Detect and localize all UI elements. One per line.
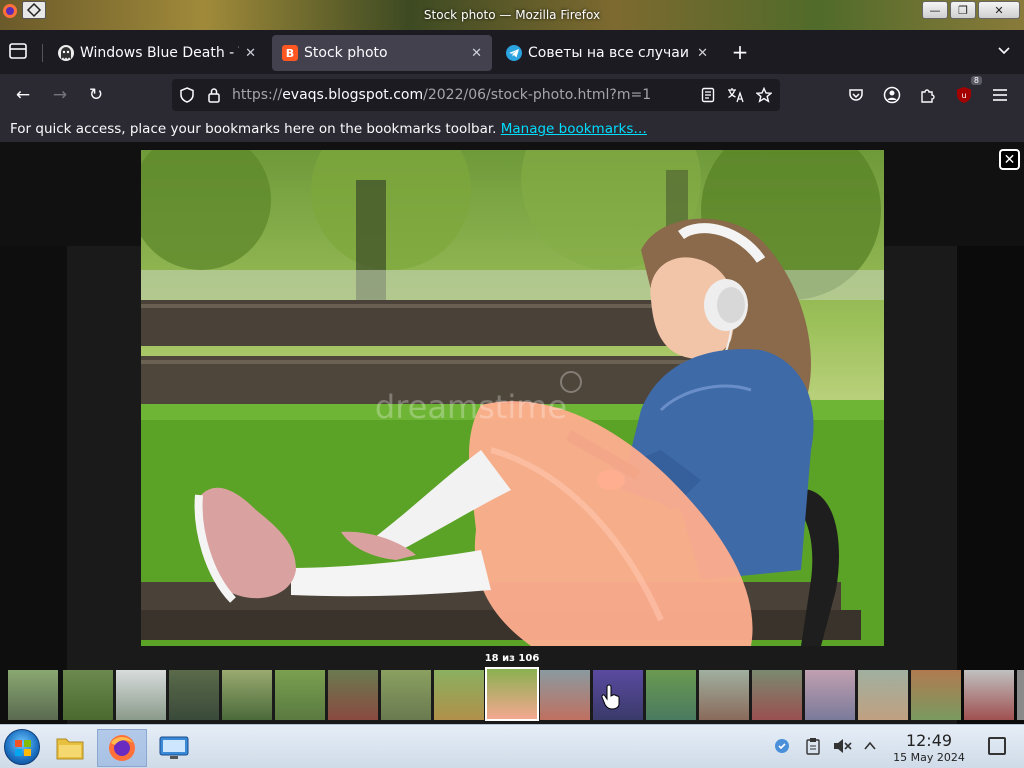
window-controls: — ❐ ✕	[922, 1, 1020, 19]
tab-close-icon[interactable]: ✕	[697, 46, 708, 61]
lightbox-counter: 18 из 106	[484, 653, 540, 664]
url-text[interactable]: https://evaqs.blogspot.com/2022/06/stock…	[232, 87, 651, 103]
chevron-down-icon	[998, 47, 1010, 55]
url-scheme: https://	[232, 87, 283, 103]
thumbnail[interactable]	[328, 670, 378, 720]
translate-icon[interactable]	[726, 85, 746, 105]
hamburger-icon	[993, 89, 1007, 101]
taskbar: 12:49 15 May 2024	[0, 724, 1024, 768]
ublock-shield-icon: u	[957, 87, 971, 103]
clipboard-icon[interactable]	[803, 736, 823, 756]
thumbnail[interactable]	[8, 670, 58, 720]
firefox-view-icon	[9, 43, 27, 59]
watermark-text: dreamstime	[375, 388, 567, 426]
url-bar[interactable]: https://evaqs.blogspot.com/2022/06/stock…	[172, 79, 780, 111]
file-manager-task[interactable]	[48, 729, 92, 767]
volume-muted-icon[interactable]	[832, 736, 852, 756]
tab-close-icon[interactable]: ✕	[245, 46, 256, 61]
thumbnail[interactable]	[275, 670, 325, 720]
thumbnail[interactable]	[699, 670, 749, 720]
monitor-icon	[159, 736, 189, 759]
account-button[interactable]	[879, 82, 905, 108]
tracking-protection-icon[interactable]	[177, 85, 197, 105]
thumbnail[interactable]	[63, 670, 113, 720]
tab-label: Windows Blue Death - Te	[80, 45, 240, 61]
reload-button[interactable]: ↻	[83, 82, 109, 108]
thumbnail[interactable]	[964, 670, 1014, 720]
thumbnail[interactable]	[540, 670, 590, 720]
tab-telegram-sovety[interactable]: Советы на все случаи ж ✕	[496, 35, 718, 71]
firefox-view-button[interactable]	[8, 42, 30, 62]
thumbnail[interactable]	[169, 670, 219, 720]
minimize-button[interactable]: —	[922, 1, 948, 19]
ghost-icon	[58, 45, 74, 61]
app-menu-button[interactable]	[987, 82, 1013, 108]
thumbnail-strip	[0, 667, 1024, 722]
window-title: Stock photo — Mozilla Firefox	[423, 8, 601, 22]
maximize-button[interactable]: ❐	[950, 1, 976, 19]
navigation-toolbar: ← → ↻ https://evaqs.blogspot.com/2022/06…	[0, 74, 1024, 116]
blogger-icon: B	[282, 45, 298, 61]
extension-badge: 8	[970, 76, 982, 85]
thumbnail[interactable]	[116, 670, 166, 720]
photo-girl-on-bench: dreamstime	[141, 150, 884, 646]
reader-view-icon[interactable]	[698, 85, 718, 105]
clock-date: 15 May 2024	[893, 751, 965, 764]
forward-button[interactable]: →	[47, 82, 73, 108]
thumbnail[interactable]	[646, 670, 696, 720]
folder-icon	[56, 738, 84, 760]
bookmark-star-icon[interactable]	[754, 85, 774, 105]
windows-logo-icon	[15, 740, 31, 756]
firefox-icon	[109, 735, 135, 761]
thumbnail[interactable]	[434, 670, 484, 720]
thumbnail[interactable]	[858, 670, 908, 720]
remote-desktop-task[interactable]	[152, 729, 196, 767]
pocket-icon	[849, 89, 863, 101]
lightbox-close-button[interactable]: ✕	[999, 149, 1020, 170]
tab-label: Stock photo	[304, 45, 388, 61]
lightbox-photo[interactable]: dreamstime	[141, 150, 884, 646]
firefox-task[interactable]	[97, 729, 147, 767]
tab-label: Советы на все случаи ж	[528, 45, 692, 61]
account-icon	[883, 86, 901, 104]
tab-close-icon[interactable]: ✕	[471, 46, 482, 61]
thumbnail[interactable]	[222, 670, 272, 720]
bookmarks-toolbar: For quick access, place your bookmarks h…	[0, 116, 1024, 142]
url-host: evaqs.blogspot.com	[282, 87, 424, 103]
manage-bookmarks-link[interactable]: Manage bookmarks…	[501, 121, 647, 137]
tab-windows-blue-death[interactable]: Windows Blue Death - Te ✕	[48, 35, 266, 71]
taskbar-clock[interactable]: 12:49 15 May 2024	[886, 731, 972, 764]
svg-text:u: u	[961, 91, 966, 100]
notification-tray-icon[interactable]	[772, 736, 792, 756]
thumbnail[interactable]	[911, 670, 961, 720]
url-path: /2022/06/stock-photo.html?m=1	[423, 87, 652, 103]
bookmarks-hint-text: For quick access, place your bookmarks h…	[10, 121, 501, 137]
list-all-tabs-button[interactable]	[994, 42, 1014, 62]
thumbnail[interactable]	[1017, 670, 1024, 720]
new-tab-button[interactable]: +	[728, 40, 752, 64]
pocket-button[interactable]	[843, 82, 869, 108]
telegram-icon	[506, 45, 522, 61]
thumbnail[interactable]	[805, 670, 855, 720]
thumbnail[interactable]	[381, 670, 431, 720]
thumbnail-active[interactable]	[485, 667, 539, 721]
tab-strip: Windows Blue Death - Te ✕ B Stock photo …	[0, 30, 1024, 74]
ublock-extension-button[interactable]: u 8	[951, 76, 982, 108]
window-titlebar: Stock photo — Mozilla Firefox — ❐ ✕	[0, 0, 1024, 30]
hand-cursor-icon	[601, 684, 620, 710]
tray-expand-chevron-icon[interactable]	[860, 736, 880, 756]
page-content: dreamstime ✕ 18 из 106	[0, 142, 1024, 724]
puzzle-icon	[921, 89, 935, 103]
tab-stock-photo[interactable]: B Stock photo ✕	[272, 35, 492, 71]
extensions-button[interactable]	[915, 82, 941, 108]
tab-separator	[42, 44, 43, 62]
show-desktop-button[interactable]	[988, 737, 1006, 755]
clock-time: 12:49	[905, 731, 953, 750]
lock-icon[interactable]	[204, 85, 224, 105]
start-button[interactable]	[4, 729, 40, 765]
thumbnail[interactable]	[752, 670, 802, 720]
window-close-button[interactable]: ✕	[978, 1, 1020, 19]
back-button[interactable]: ←	[10, 82, 36, 108]
thumbnail[interactable]	[593, 670, 643, 720]
